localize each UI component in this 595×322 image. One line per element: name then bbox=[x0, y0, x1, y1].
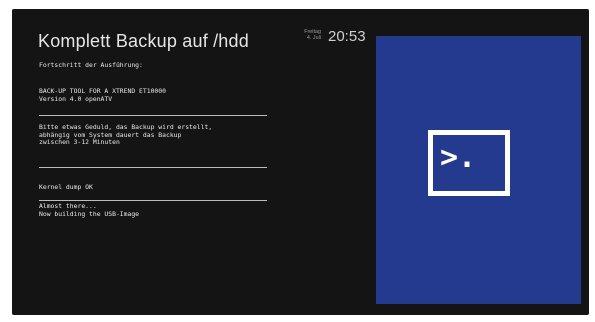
version-line: Version 4.0 openATV bbox=[39, 94, 113, 103]
clock-time: 20:53 bbox=[328, 28, 366, 45]
terminal-panel: >. bbox=[376, 36, 581, 304]
window-title: Komplett Backup auf /hdd bbox=[38, 31, 249, 51]
clock-date: Freitag 4. Juli bbox=[299, 29, 321, 41]
divider bbox=[39, 200, 267, 201]
tv-screen: Komplett Backup auf /hdd Freitag 4. Juli… bbox=[12, 9, 589, 315]
progress-heading: Fortschritt der Ausführung: bbox=[39, 61, 143, 69]
terminal-icon: >. bbox=[428, 130, 510, 196]
terminal-prompt: >. bbox=[440, 140, 477, 175]
kernel-line: Kernel dump OK bbox=[39, 183, 93, 191]
divider bbox=[39, 115, 267, 116]
building-line: Now building the USB-Image bbox=[39, 209, 140, 218]
wait-line-3: zwischen 3-12 Minuten bbox=[39, 138, 120, 147]
divider bbox=[39, 167, 267, 168]
clock-date-value: 4. Juli bbox=[306, 35, 321, 41]
